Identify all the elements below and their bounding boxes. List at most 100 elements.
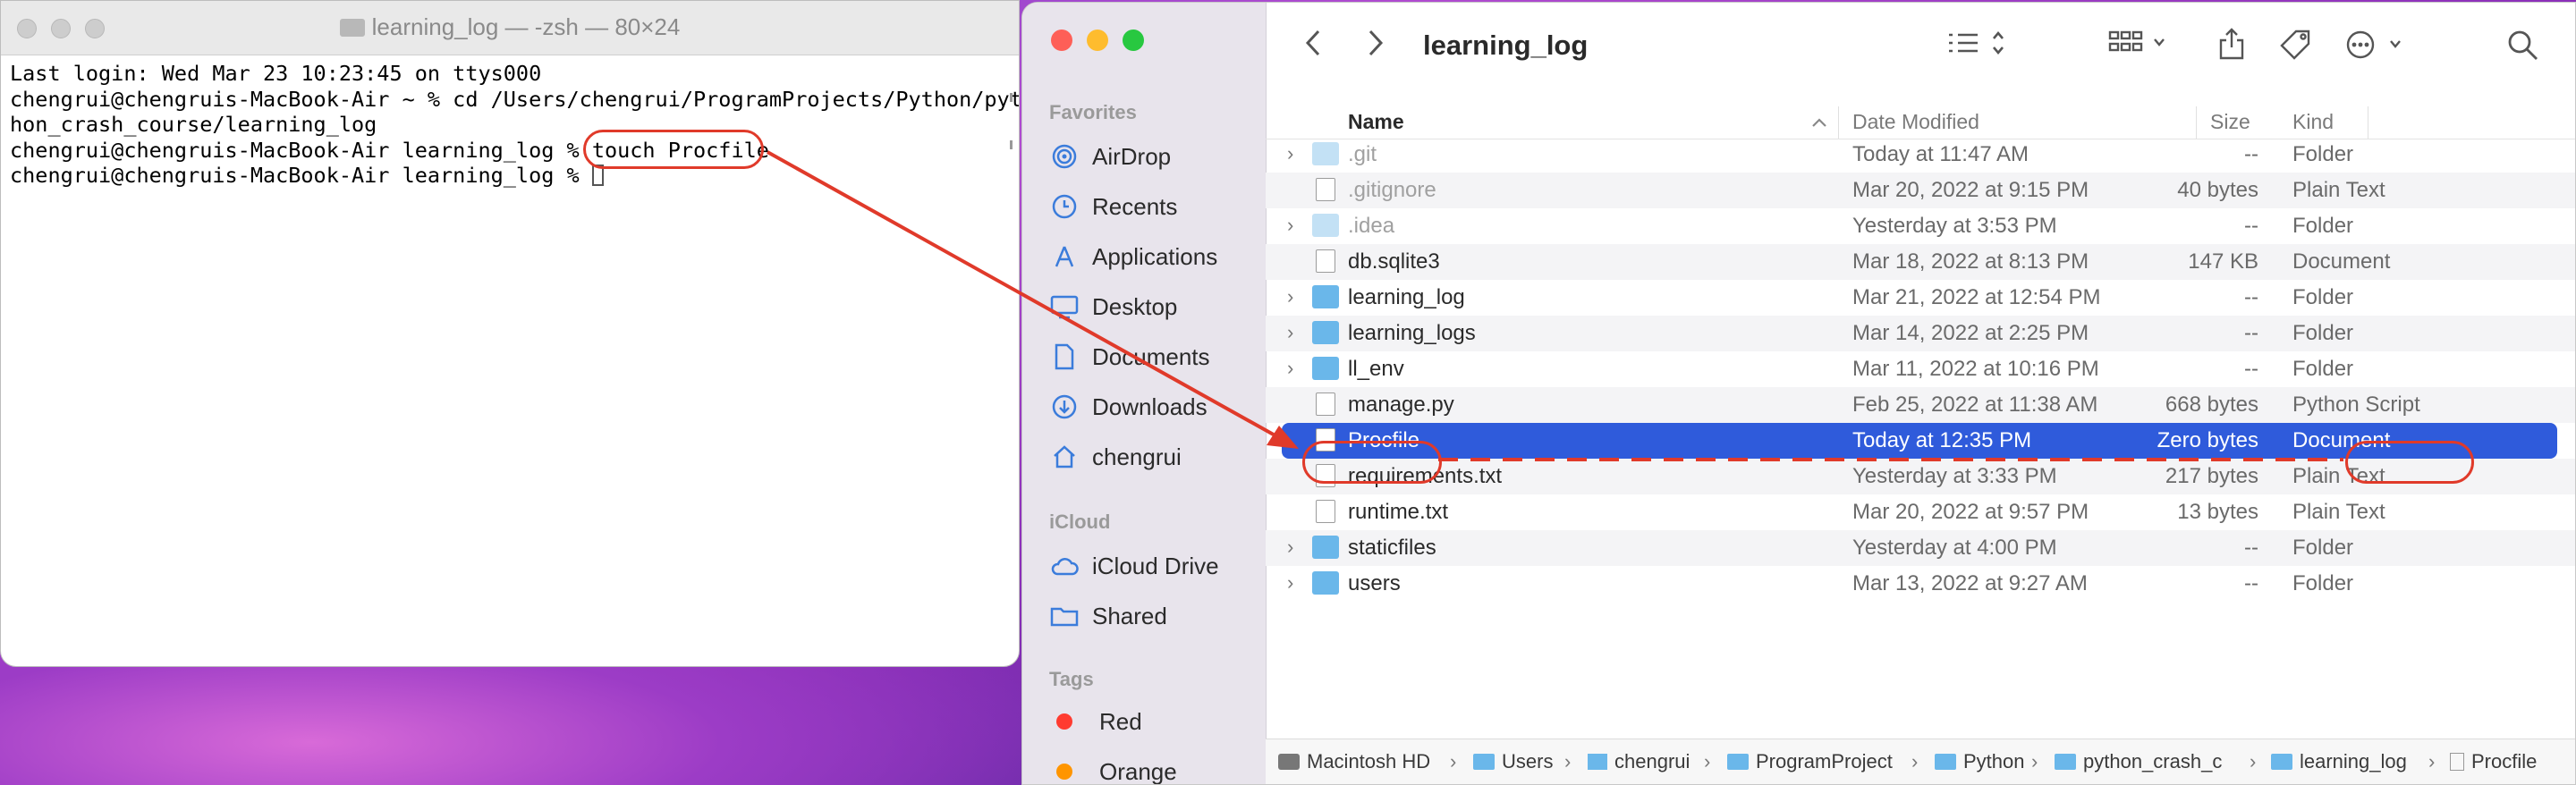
terminal-prompt: chengrui@chengruis-MacBook-Air learning_…: [10, 163, 1010, 189]
table-row[interactable]: .gitignore Mar 20, 2022 at 9:15 PM 40 byte…: [1266, 173, 2575, 208]
forward-button[interactable]: [1366, 28, 1385, 66]
line-marker: [1010, 140, 1013, 149]
more-actions-button[interactable]: [2344, 28, 2409, 70]
applications-icon: [1049, 243, 1080, 270]
cloud-icon: [1049, 553, 1080, 579]
table-row[interactable]: › staticfiles Yesterday at 4:00 PM -- Folder: [1266, 530, 2575, 566]
column-name[interactable]: Name: [1348, 110, 1404, 134]
sidebar-item-icloud-drive[interactable]: iCloud Drive: [1049, 548, 1219, 584]
terminal-window[interactable]: learning_log — -zsh — 80×24 Last login: …: [0, 0, 1020, 667]
file-size: --: [2244, 571, 2258, 595]
path-item[interactable]: Python: [1935, 750, 2025, 773]
table-row[interactable]: › users Mar 13, 2022 at 9:27 AM -- Folder: [1266, 566, 2575, 602]
table-row[interactable]: requirements.txt Yesterday at 3:33 PM 217 …: [1266, 459, 2575, 494]
terminal-output[interactable]: Last login: Wed Mar 23 10:23:45 on ttys0…: [1, 55, 1019, 194]
zoom-button[interactable]: [1123, 30, 1144, 51]
sidebar-item-airdrop[interactable]: AirDrop: [1049, 139, 1171, 174]
sidebar-item-label: Applications: [1092, 242, 1218, 270]
path-item[interactable]: learning_log: [2271, 750, 2407, 773]
column-date-modified[interactable]: Date Modified: [1852, 110, 1979, 134]
file-name: .gitignore: [1348, 178, 1436, 202]
search-button[interactable]: [2505, 28, 2541, 72]
path-item[interactable]: chengrui: [1588, 750, 1690, 773]
file-name: ll_env: [1348, 357, 1404, 381]
path-item[interactable]: Macintosh HD: [1278, 750, 1430, 773]
path-item[interactable]: Users: [1473, 750, 1553, 773]
table-row[interactable]: › learning_log Mar 21, 2022 at 12:54 PM -- F…: [1266, 280, 2575, 316]
file-kind: Plain Text: [2292, 500, 2385, 524]
line-marker: [1010, 93, 1013, 102]
path-item[interactable]: python_crash_c: [2055, 750, 2242, 773]
sidebar-item-downloads[interactable]: Downloads: [1049, 389, 1208, 425]
sidebar-item-documents[interactable]: Documents: [1049, 339, 1210, 375]
column-size[interactable]: Size: [2210, 110, 2250, 134]
table-row[interactable]: › learning_logs Mar 14, 2022 at 2:25 PM -- F…: [1266, 316, 2575, 351]
disclosure-chevron-icon[interactable]: ›: [1287, 357, 1293, 380]
column-kind[interactable]: Kind: [2292, 110, 2334, 134]
sidebar-item-shared[interactable]: Shared: [1049, 598, 1167, 634]
table-row[interactable]: manage.py Feb 25, 2022 at 11:38 AM 668 byt…: [1266, 387, 2575, 423]
finder-window[interactable]: Favorites AirDrop Recents Applications D…: [1021, 2, 2576, 785]
file-name: manage.py: [1348, 392, 1454, 417]
disclosure-chevron-icon[interactable]: ›: [1287, 285, 1293, 308]
path-separator-icon: ›: [2428, 750, 2436, 772]
path-separator-icon: ›: [2031, 750, 2038, 772]
group-button[interactable]: [2108, 28, 2173, 66]
chevron-left-icon: [1305, 30, 1320, 56]
table-row[interactable]: runtime.txt Mar 20, 2022 at 9:57 PM 13 byt…: [1266, 494, 2575, 530]
grid-group-icon: [2108, 30, 2165, 52]
back-button[interactable]: [1303, 28, 1323, 66]
disclosure-chevron-icon[interactable]: ›: [1287, 571, 1293, 595]
path-item[interactable]: ProgramProject: [1727, 750, 1906, 773]
file-size: --: [2244, 142, 2258, 166]
file-size: 40 bytes: [2177, 178, 2258, 202]
sidebar-item-label: Red: [1099, 707, 1142, 735]
table-row[interactable]: › .git Today at 11:47 AM -- Folder: [1266, 137, 2575, 173]
home-icon: [1588, 754, 1607, 770]
disclosure-chevron-icon[interactable]: ›: [1287, 214, 1293, 237]
path-item[interactable]: Procfile: [2450, 750, 2537, 773]
table-row[interactable]: Procfile Today at 12:35 PM Zero bytes Docum…: [1282, 423, 2557, 459]
path-separator-icon: ›: [1704, 750, 1711, 772]
share-button[interactable]: [2217, 28, 2246, 70]
folder-icon: [1312, 214, 1339, 237]
sidebar-tag-orange[interactable]: Orange: [1049, 754, 1177, 784]
folder-icon: [1935, 754, 1956, 770]
disclosure-chevron-icon[interactable]: ›: [1287, 536, 1293, 559]
table-row[interactable]: › .idea Yesterday at 3:53 PM -- Folder: [1266, 208, 2575, 244]
share-icon: [2219, 28, 2244, 60]
file-size: 668 bytes: [2165, 392, 2258, 417]
sidebar-heading-favorites: Favorites: [1049, 101, 1137, 123]
sidebar-item-desktop[interactable]: Desktop: [1049, 289, 1177, 325]
ellipsis-circle-icon: [2346, 30, 2401, 59]
sort-chevron-up-icon[interactable]: [1811, 110, 1827, 134]
file-size: 217 bytes: [2165, 464, 2258, 488]
sidebar-tag-red[interactable]: Red: [1049, 704, 1142, 739]
minimize-button[interactable]: [1087, 30, 1108, 51]
sidebar-heading-icloud: iCloud: [1049, 511, 1111, 533]
close-button[interactable]: [1051, 30, 1072, 51]
file-kind: Python Script: [2292, 392, 2420, 417]
disclosure-chevron-icon[interactable]: ›: [1287, 142, 1293, 165]
sidebar-item-recents[interactable]: Recents: [1049, 189, 1177, 224]
column-divider[interactable]: [2196, 106, 2197, 139]
table-row[interactable]: db.sqlite3 Mar 18, 2022 at 8:13 PM 147 KB D…: [1266, 244, 2575, 280]
sidebar-item-chengrui[interactable]: chengrui: [1049, 439, 1182, 475]
file-kind: Plain Text: [2292, 178, 2385, 202]
tag-icon: [2280, 30, 2310, 60]
document-icon: [1316, 500, 1335, 523]
disclosure-chevron-icon[interactable]: ›: [1287, 321, 1293, 344]
column-divider[interactable]: [1838, 106, 1839, 139]
table-row[interactable]: › ll_env Mar 11, 2022 at 10:16 PM -- Folder: [1266, 351, 2575, 387]
terminal-titlebar[interactable]: learning_log — -zsh — 80×24: [1, 1, 1019, 55]
list-view-button[interactable]: [1947, 28, 2010, 66]
home-icon: [1049, 443, 1080, 470]
terminal-line: chengrui@chengruis-MacBook-Air learning_…: [10, 137, 769, 163]
sidebar-item-label: chengrui: [1092, 443, 1182, 470]
file-name: .git: [1348, 142, 1377, 166]
path-separator-icon: ›: [2250, 750, 2257, 772]
file-size: --: [2244, 536, 2258, 560]
file-size: --: [2244, 357, 2258, 381]
sidebar-item-applications[interactable]: Applications: [1049, 239, 1217, 274]
tag-button[interactable]: [2278, 28, 2314, 70]
